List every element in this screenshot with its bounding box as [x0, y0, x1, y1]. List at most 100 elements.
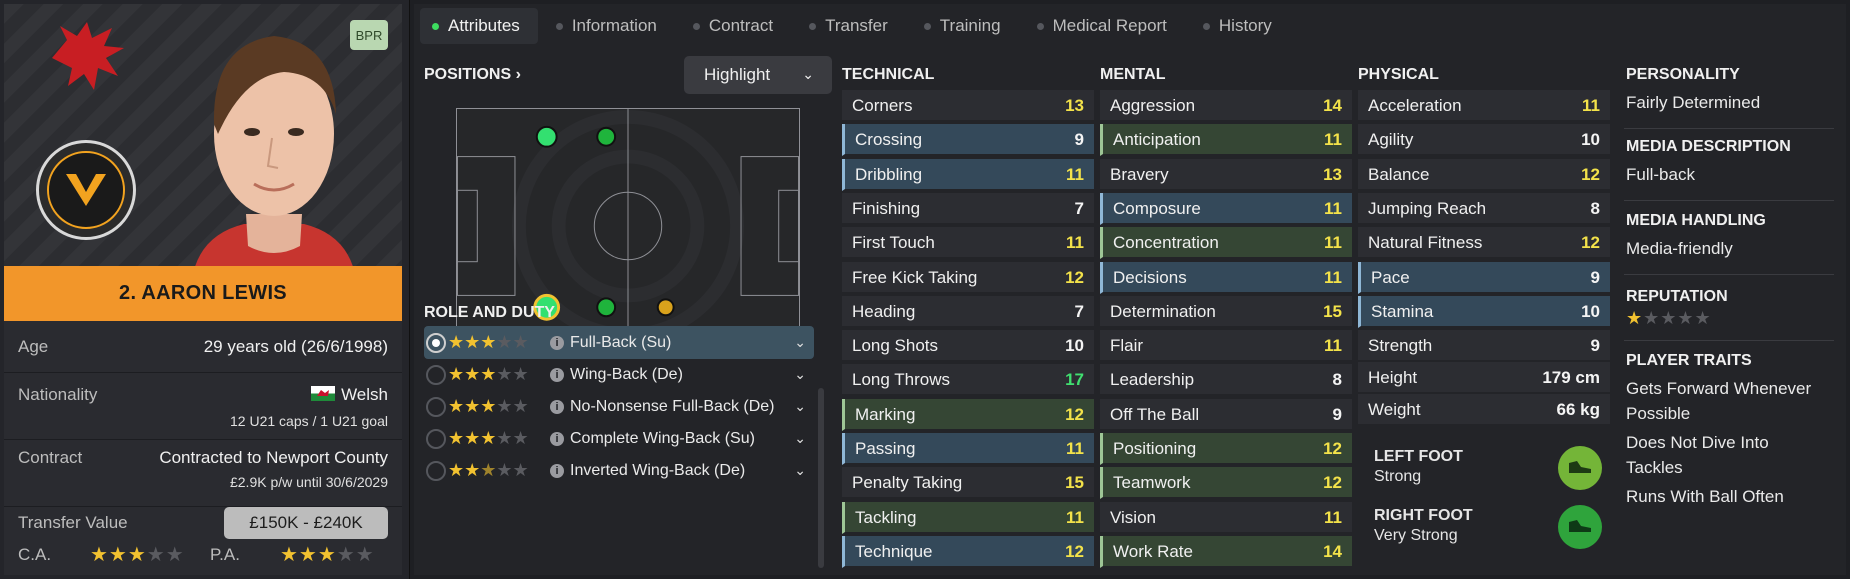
attribute-name: Acceleration — [1368, 96, 1462, 115]
attribute-row[interactable]: Balance 12 — [1358, 158, 1610, 191]
attribute-row[interactable]: Marking 12 — [842, 398, 1094, 431]
attribute-row[interactable]: Work Rate 14 — [1100, 535, 1352, 568]
attribute-value: 11 — [1324, 198, 1342, 218]
attribute-row[interactable]: Dribbling 11 — [842, 158, 1094, 191]
pa-label: P.A. — [210, 545, 240, 564]
transfer-value-pill[interactable]: £150K - £240K — [224, 507, 388, 539]
attribute-row[interactable]: Pace 9 — [1358, 261, 1610, 294]
attribute-row[interactable]: Bravery 13 — [1100, 158, 1352, 191]
attribute-row[interactable]: Heading 7 — [842, 295, 1094, 328]
info-icon[interactable]: i — [550, 367, 564, 382]
role-row[interactable]: ★★★★★ i No-Nonsense Full-Back (De) ⌄ — [424, 390, 814, 423]
attribute-name: Passing — [855, 439, 916, 458]
role-name: Full-Back (Su) — [570, 333, 672, 351]
attribute-row[interactable]: Jumping Reach 8 — [1358, 192, 1610, 225]
chevron-down-icon[interactable]: ⌄ — [794, 462, 806, 479]
attribute-row[interactable]: First Touch 11 — [842, 227, 1094, 260]
right-foot-label: RIGHT FOOT — [1374, 507, 1473, 524]
highlight-dropdown[interactable]: Highlight ⌄ — [684, 56, 832, 94]
role-radio[interactable] — [426, 364, 446, 385]
nationality-value: Welsh — [341, 385, 388, 404]
info-icon[interactable]: i — [550, 335, 564, 350]
attribute-row[interactable]: Determination 15 — [1100, 295, 1352, 328]
attribute-name: Anticipation — [1113, 130, 1201, 150]
attribute-row[interactable]: Long Shots 10 — [842, 330, 1094, 363]
attribute-value: 12 — [1065, 404, 1084, 424]
attribute-row[interactable]: Decisions 11 — [1100, 261, 1352, 294]
media-description-value: Full-back — [1626, 165, 1695, 184]
nationality-value-wrap[interactable]: Welsh — [311, 385, 388, 405]
attribute-value: 7 — [1074, 198, 1084, 218]
physical-title: PHYSICAL — [1358, 66, 1439, 83]
attribute-row[interactable]: Teamwork 12 — [1100, 467, 1352, 500]
attribute-value: 9 — [1590, 267, 1600, 287]
chevron-down-icon[interactable]: ⌄ — [794, 398, 806, 415]
boot-icon — [1558, 446, 1602, 490]
contract-value[interactable]: Contracted to Newport County — [159, 448, 388, 468]
attribute-row[interactable]: Technique 12 — [842, 535, 1094, 568]
attribute-value: 15 — [1323, 301, 1342, 321]
attribute-row[interactable]: Acceleration 11 — [1358, 90, 1610, 122]
personality-value: Fairly Determined — [1626, 93, 1761, 112]
attribute-value: 11 — [1066, 164, 1084, 184]
media-handling-title: MEDIA HANDLING — [1626, 212, 1766, 229]
tab-medical-report[interactable]: Medical Report — [1025, 8, 1185, 44]
attribute-row[interactable]: Free Kick Taking 12 — [842, 261, 1094, 294]
positions-title[interactable]: POSITIONS › — [424, 66, 521, 84]
attribute-name: Marking — [855, 404, 916, 424]
role-scrollbar[interactable] — [818, 388, 824, 568]
chevron-down-icon[interactable]: ⌄ — [794, 430, 806, 447]
attribute-row[interactable]: Concentration 11 — [1100, 227, 1352, 260]
role-row[interactable]: ★★★★★ i Complete Wing-Back (Su) ⌄ — [424, 422, 814, 455]
attribute-row[interactable]: Stamina 10 — [1358, 295, 1610, 328]
attribute-name: Technique — [855, 541, 933, 561]
player-card: BPR 2. AARON LEWIS Age 29 years old (26/… — [0, 0, 410, 579]
info-icon[interactable]: i — [550, 431, 564, 446]
attribute-row[interactable]: Leadership 8 — [1100, 364, 1352, 397]
bpr-badge[interactable]: BPR — [350, 20, 388, 50]
attribute-row[interactable]: Passing 11 — [842, 433, 1094, 465]
weight-value: 66 kg — [1556, 400, 1600, 419]
attribute-row[interactable]: Anticipation 11 — [1100, 124, 1352, 157]
tab-attributes[interactable]: Attributes — [420, 8, 538, 44]
attribute-row[interactable]: Crossing 9 — [842, 124, 1094, 157]
tab-information[interactable]: Information — [544, 8, 675, 44]
wales-flag-icon — [311, 386, 336, 402]
tab-history[interactable]: History — [1191, 8, 1290, 44]
info-icon[interactable]: i — [550, 399, 564, 414]
attribute-value: 12 — [1581, 233, 1600, 253]
attribute-row[interactable]: Vision 11 — [1100, 501, 1352, 534]
role-row[interactable]: ★★★★★ i Inverted Wing-Back (De) ⌄ — [424, 454, 814, 487]
role-radio[interactable] — [426, 460, 446, 481]
role-radio[interactable] — [426, 396, 446, 417]
tab-transfer[interactable]: Transfer — [797, 8, 906, 44]
tab-contract[interactable]: Contract — [681, 8, 791, 44]
attribute-value: 11 — [1066, 507, 1084, 527]
attribute-value: 13 — [1065, 96, 1084, 115]
attribute-row[interactable]: Aggression 14 — [1100, 90, 1352, 122]
chevron-down-icon[interactable]: ⌄ — [794, 366, 806, 383]
attribute-row[interactable]: Strength 9 — [1358, 330, 1610, 363]
tab-training[interactable]: Training — [912, 8, 1019, 44]
attribute-row[interactable]: Composure 11 — [1100, 192, 1352, 225]
attribute-row[interactable]: Penalty Taking 15 — [842, 467, 1094, 500]
attribute-row[interactable]: Off The Ball 9 — [1100, 398, 1352, 431]
chevron-down-icon[interactable]: ⌄ — [794, 334, 806, 351]
role-row[interactable]: ★★★★★ i Full-Back (Su) ⌄ — [424, 326, 814, 359]
attribute-name: Long Throws — [852, 370, 950, 390]
role-radio[interactable] — [426, 428, 446, 449]
weight-label: Weight — [1368, 400, 1421, 419]
attribute-row[interactable]: Flair 11 — [1100, 330, 1352, 363]
info-icon[interactable]: i — [550, 463, 564, 478]
attribute-row[interactable]: Corners 13 — [842, 90, 1094, 122]
attribute-row[interactable]: Positioning 12 — [1100, 433, 1352, 465]
attribute-row[interactable]: Long Throws 17 — [842, 364, 1094, 397]
attribute-row[interactable]: Tackling 11 — [842, 501, 1094, 534]
role-radio[interactable] — [426, 332, 446, 353]
role-row[interactable]: ★★★★★ i Wing-Back (De) ⌄ — [424, 358, 814, 391]
attribute-name: Vision — [1110, 507, 1156, 527]
attribute-row[interactable]: Finishing 7 — [842, 192, 1094, 225]
attribute-row[interactable]: Agility 10 — [1358, 124, 1610, 157]
attribute-value: 14 — [1323, 96, 1342, 115]
attribute-row[interactable]: Natural Fitness 12 — [1358, 227, 1610, 260]
